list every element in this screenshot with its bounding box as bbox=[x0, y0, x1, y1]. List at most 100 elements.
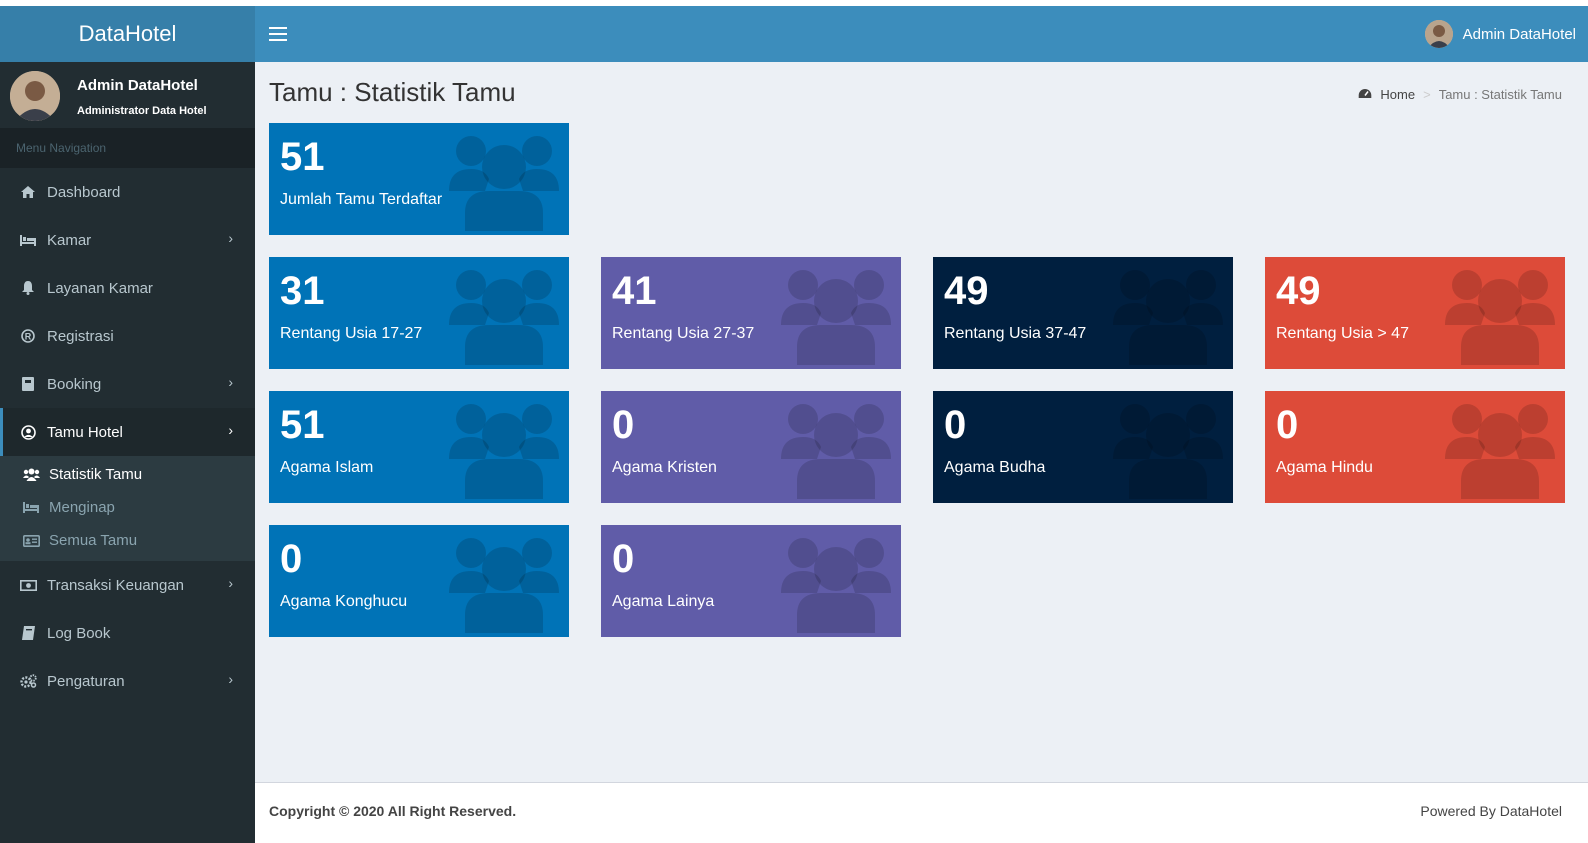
brand-logo[interactable]: DataHotel bbox=[0, 6, 255, 62]
user-menu[interactable]: Admin DataHotel bbox=[1424, 20, 1576, 48]
users-icon bbox=[1445, 404, 1555, 499]
stat-value: 49 bbox=[1276, 269, 1321, 313]
stat-box-islam[interactable]: 51 Agama Islam bbox=[269, 391, 569, 503]
book-icon bbox=[19, 376, 37, 392]
stat-box-age-37-47[interactable]: 49 Rentang Usia 37-47 bbox=[933, 257, 1233, 369]
stat-box-konghucu[interactable]: 0 Agama Konghucu bbox=[269, 525, 569, 637]
cogs-icon bbox=[19, 673, 37, 689]
sidebar-item-label: Pengaturan bbox=[47, 672, 125, 690]
users-icon bbox=[781, 538, 891, 633]
sidebar-item-label: Kamar bbox=[47, 231, 92, 249]
chevron-right-icon: › bbox=[228, 422, 233, 438]
breadcrumb: Home > Tamu : Statistik Tamu bbox=[1358, 87, 1562, 102]
sidebar-subitem-label: Semua Tamu bbox=[49, 532, 138, 549]
avatar bbox=[10, 71, 60, 121]
sidebar-item-label: Tamu Hotel bbox=[47, 423, 123, 441]
stat-label: Agama Islam bbox=[280, 459, 374, 476]
stat-box-total-guests[interactable]: 51 Jumlah Tamu Terdaftar bbox=[269, 123, 569, 235]
stat-box-age-27-37[interactable]: 41 Rentang Usia 27-37 bbox=[601, 257, 901, 369]
money-icon bbox=[19, 577, 37, 593]
users-icon bbox=[449, 270, 559, 365]
users-icon bbox=[781, 404, 891, 499]
bed-icon bbox=[19, 232, 37, 248]
sidebar-subitem-semua-tamu[interactable]: Semua Tamu bbox=[0, 524, 255, 557]
sidebar-subitem-statistik-tamu[interactable]: Statistik Tamu bbox=[0, 458, 255, 491]
stat-label: Agama Kristen bbox=[612, 459, 717, 476]
stat-label: Rentang Usia 17-27 bbox=[280, 325, 423, 342]
stat-value: 31 bbox=[280, 269, 325, 313]
stat-label: Agama Konghucu bbox=[280, 593, 408, 610]
breadcrumb-current: Tamu : Statistik Tamu bbox=[1438, 87, 1562, 102]
stat-label: Agama Lainya bbox=[612, 593, 715, 610]
sidebar-subitem-label: Menginap bbox=[49, 499, 115, 516]
sidebar-item-pengaturan[interactable]: Pengaturan › bbox=[0, 657, 255, 705]
dashboard-icon bbox=[1358, 87, 1372, 102]
copyright-text: Copyright © 2020 All Right Reserved. bbox=[269, 803, 517, 819]
chevron-right-icon: › bbox=[228, 671, 233, 687]
sidebar-item-transaksi-keuangan[interactable]: Transaksi Keuangan › bbox=[0, 561, 255, 609]
sidebar-user-name: Admin DataHotel bbox=[77, 77, 198, 94]
stat-label: Agama Hindu bbox=[1276, 459, 1373, 476]
stat-value: 0 bbox=[280, 537, 303, 581]
sidebar-item-booking[interactable]: Booking › bbox=[0, 360, 255, 408]
users-icon bbox=[449, 538, 559, 633]
sidebar-item-label: Dashboard bbox=[47, 183, 121, 201]
stat-label: Rentang Usia > 47 bbox=[1276, 325, 1409, 342]
book-icon bbox=[19, 625, 37, 641]
sidebar-item-log-book[interactable]: Log Book bbox=[0, 609, 255, 657]
sidebar-user-role: Administrator Data Hotel bbox=[77, 105, 207, 117]
stat-value: 41 bbox=[612, 269, 657, 313]
stat-value: 0 bbox=[612, 537, 635, 581]
stat-box-budha[interactable]: 0 Agama Budha bbox=[933, 391, 1233, 503]
bell-icon bbox=[19, 280, 37, 296]
sidebar-item-dashboard[interactable]: Dashboard bbox=[0, 168, 255, 216]
stat-box-age-over-47[interactable]: 49 Rentang Usia > 47 bbox=[1265, 257, 1565, 369]
tamu-hotel-submenu: Statistik Tamu Menginap Semua Tamu bbox=[0, 456, 255, 561]
breadcrumb-home-link[interactable]: Home bbox=[1380, 87, 1415, 102]
stat-box-age-17-27[interactable]: 31 Rentang Usia 17-27 bbox=[269, 257, 569, 369]
stat-box-lainya[interactable]: 0 Agama Lainya bbox=[601, 525, 901, 637]
users-icon bbox=[22, 468, 40, 481]
sidebar-item-kamar[interactable]: Kamar › bbox=[0, 216, 255, 264]
stat-label: Rentang Usia 37-47 bbox=[944, 325, 1087, 342]
sidebar-item-tamu-hotel[interactable]: Tamu Hotel › bbox=[0, 408, 255, 456]
sidebar-item-layanan-kamar[interactable]: Layanan Kamar bbox=[0, 264, 255, 312]
page-title: Tamu : Statistik Tamu bbox=[269, 77, 516, 107]
breadcrumb-separator: > bbox=[1423, 87, 1431, 102]
stat-value: 0 bbox=[612, 403, 635, 447]
stat-value: 51 bbox=[280, 403, 325, 447]
bed-icon bbox=[22, 502, 40, 513]
chevron-right-icon: › bbox=[228, 230, 233, 246]
menu-header: Menu Navigation bbox=[0, 128, 255, 168]
users-icon bbox=[1113, 404, 1223, 499]
main-content: Tamu : Statistik Tamu Home > Tamu : Stat… bbox=[255, 62, 1588, 782]
sidebar-toggle-icon[interactable] bbox=[269, 23, 287, 45]
stat-box-hindu[interactable]: 0 Agama Hindu bbox=[1265, 391, 1565, 503]
sidebar-item-registrasi[interactable]: R Registrasi bbox=[0, 312, 255, 360]
stat-value: 0 bbox=[944, 403, 967, 447]
stat-value: 51 bbox=[280, 135, 325, 179]
powered-by-text: Powered By DataHotel bbox=[1420, 803, 1562, 819]
user-menu-label: Admin DataHotel bbox=[1462, 25, 1576, 43]
avatar bbox=[1424, 20, 1453, 48]
chevron-right-icon: › bbox=[228, 374, 233, 390]
id-card-icon bbox=[22, 534, 40, 547]
sidebar-item-label: Transaksi Keuangan bbox=[47, 576, 185, 594]
stat-value: 49 bbox=[944, 269, 989, 313]
top-navbar: Admin DataHotel bbox=[255, 6, 1588, 62]
stat-box-kristen[interactable]: 0 Agama Kristen bbox=[601, 391, 901, 503]
sidebar-item-label: Log Book bbox=[47, 624, 111, 642]
sidebar-subitem-menginap[interactable]: Menginap bbox=[0, 491, 255, 524]
brand-name: DataHotel bbox=[78, 21, 177, 46]
stat-label: Agama Budha bbox=[944, 459, 1046, 476]
stat-value: 0 bbox=[1276, 403, 1299, 447]
sidebar-item-label: Layanan Kamar bbox=[47, 279, 153, 297]
footer: Copyright © 2020 All Right Reserved. Pow… bbox=[255, 782, 1588, 843]
chevron-right-icon: › bbox=[228, 575, 233, 591]
sidebar-subitem-label: Statistik Tamu bbox=[49, 466, 143, 483]
users-icon bbox=[449, 136, 559, 231]
sidebar: Admin DataHotel Administrator Data Hotel… bbox=[0, 62, 255, 843]
users-icon bbox=[1445, 270, 1555, 365]
users-icon bbox=[781, 270, 891, 365]
stat-label: Jumlah Tamu Terdaftar bbox=[280, 191, 443, 208]
